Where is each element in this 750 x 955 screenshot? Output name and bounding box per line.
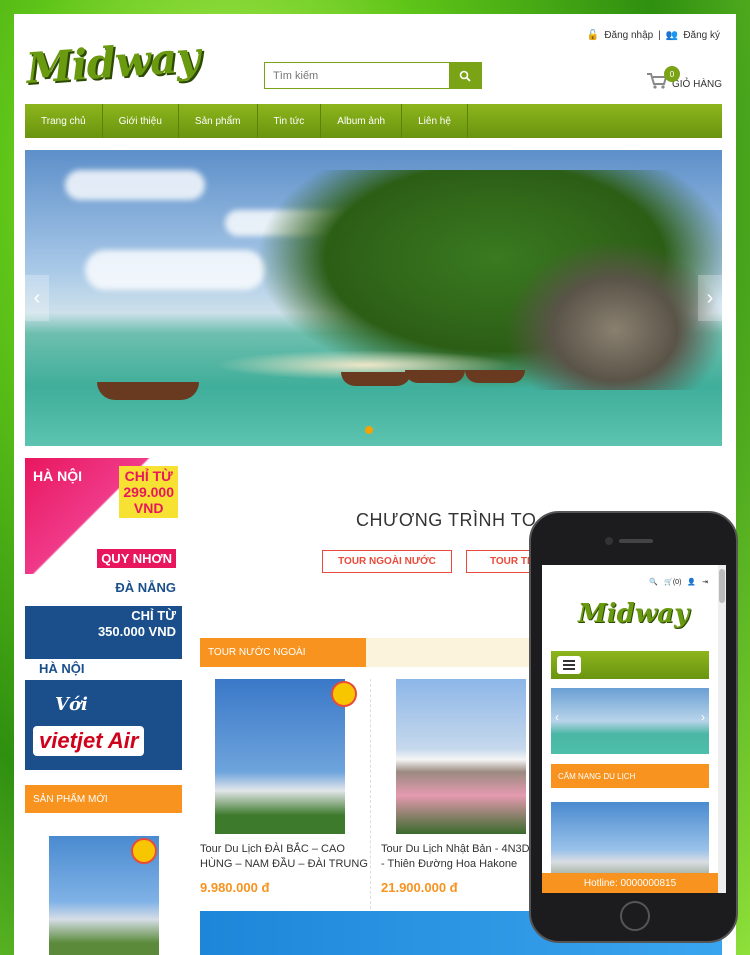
cart-button[interactable]: 0 GIỎ HÀNG [646, 66, 722, 90]
nav-item-contact[interactable]: Liên hệ [402, 104, 468, 138]
hero-slider: ‹ › [25, 150, 722, 446]
search-icon[interactable]: 🔍 [649, 578, 658, 586]
tour-price-japan: 21.900.000 đ [381, 880, 458, 895]
nav-item-album[interactable]: Album ảnh [321, 104, 403, 138]
main-navigation: Trang chủ Giới thiệu Sản phẩm Tin tức Al… [25, 104, 722, 138]
tour-price-taiwan: 9.980.000 đ [200, 880, 270, 895]
slide-boat [465, 370, 525, 383]
hamburger-menu-icon[interactable] [557, 656, 581, 674]
banner-price-line: CHỈ TỪ [124, 468, 173, 484]
banner-hanoi-quynhon[interactable]: HÀ NỘI CHỈ TỪ 299.000 VND QUY NHƠN [25, 458, 182, 574]
mobile-article-image[interactable] [551, 802, 709, 882]
banner-price-line: 350.000 VND [97, 624, 176, 639]
slide-rocks [505, 240, 722, 390]
mobile-logo[interactable]: Midway [578, 599, 689, 629]
cart-count-badge: 0 [663, 66, 680, 82]
mobile-slider-prev[interactable]: ‹ [555, 710, 559, 724]
phone-home-button [620, 901, 650, 931]
phone-speaker [619, 539, 653, 543]
banner-vietjet[interactable]: Với vietjet Air [25, 680, 182, 770]
mobile-cart-count: (0) [672, 579, 682, 586]
section-title: CHƯƠNG TRÌNH TO [356, 510, 537, 530]
mobile-screen: 🔍 🛒(0) 👤 ⇥ Midway ‹ › CẨM NANG DU LỊCH H… [542, 565, 726, 893]
lock-icon: 🔓 [586, 30, 600, 41]
mobile-slider-next[interactable]: › [701, 710, 705, 724]
new-products-heading: SẢN PHẨM MỚI [25, 785, 182, 813]
card-divider [370, 679, 371, 909]
tab-international-tours[interactable]: TOUR NƯỚC NGOÀI [200, 638, 366, 667]
account-links: 🔓 Đăng nhập | 👥 Đăng ký [587, 30, 720, 41]
login-link[interactable]: Đăng nhập [604, 30, 653, 41]
slide-cloud [85, 250, 265, 290]
mobile-hotline-bar[interactable]: Hotline: 0000000815 [542, 873, 718, 893]
mobile-cart[interactable]: 🛒(0) [664, 578, 681, 586]
slide-boat [405, 370, 465, 383]
logout-icon[interactable]: ⇥ [702, 578, 708, 586]
banner-price-line: CHỈ TỪ [131, 608, 176, 623]
new-product-image[interactable] [49, 836, 159, 955]
phone-camera [605, 537, 613, 545]
banner-price: CHỈ TỪ 299.000 VND [119, 466, 178, 518]
banner-city: ĐÀ NẴNG [115, 580, 176, 595]
link-separator: | [658, 30, 661, 41]
tour-image-japan[interactable] [396, 679, 526, 834]
tour-image-taiwan[interactable] [215, 679, 357, 834]
search-box [264, 62, 482, 89]
search-icon [459, 70, 471, 82]
user-icon[interactable]: 👤 [687, 578, 696, 586]
cart-label: GIỎ HÀNG [671, 79, 722, 90]
slide-boat [341, 372, 411, 386]
slide-boat [97, 382, 199, 400]
banner-destination: QUY NHƠN [97, 549, 176, 568]
tour-title-japan[interactable]: Tour Du Lịch Nhật Bản - 4N3D - Thiên Đườ… [381, 842, 531, 872]
slide-cloud [65, 170, 205, 200]
banner-price-line: 299.000 [123, 484, 174, 500]
cart-icon: 🛒 [664, 579, 673, 586]
slider-dot-active[interactable] [365, 426, 373, 434]
mobile-nav-bar [551, 651, 709, 679]
banner-city: HÀ NỘI [33, 468, 82, 484]
phone-mockup: 🔍 🛒(0) 👤 ⇥ Midway ‹ › CẨM NANG DU LỊCH H… [529, 511, 738, 943]
mobile-section-title: CẨM NANG DU LỊCH [551, 764, 709, 788]
nav-item-news[interactable]: Tin tức [258, 104, 322, 138]
nav-item-products[interactable]: Sản phẩm [179, 104, 258, 138]
banner-price: CHỈ TỪ 350.000 VND [98, 608, 176, 640]
site-logo[interactable]: Midway [25, 32, 202, 93]
search-button[interactable] [449, 63, 481, 88]
search-input[interactable] [265, 63, 449, 88]
banner-city: HÀ NỘI [39, 661, 85, 676]
slider-prev-button[interactable]: ‹ [25, 275, 49, 321]
mobile-topbar: 🔍 🛒(0) 👤 ⇥ [649, 578, 708, 586]
banner-danang-hanoi[interactable]: ĐÀ NẴNG CHỈ TỪ 350.000 VND HÀ NỘI [25, 574, 182, 680]
slider-next-button[interactable]: › [698, 275, 722, 321]
banner-price-line: VND [133, 500, 164, 516]
nav-item-about[interactable]: Giới thiệu [103, 104, 179, 138]
promo-badge-icon [331, 681, 357, 707]
user-add-icon: 👥 [665, 30, 679, 41]
tour-international-button[interactable]: TOUR NGOÀI NƯỚC [322, 550, 452, 573]
mobile-slider: ‹ › [551, 688, 709, 754]
nav-item-home[interactable]: Trang chủ [25, 104, 103, 138]
vietjet-logo: vietjet Air [33, 726, 145, 756]
mobile-scrollbar[interactable] [718, 565, 726, 893]
banner-with-text: Với [55, 694, 88, 715]
register-link[interactable]: Đăng ký [683, 30, 720, 41]
promo-badge-icon [131, 838, 157, 864]
tour-title-taiwan[interactable]: Tour Du Lịch ĐÀI BẮC – CAO HÙNG – NAM ĐẦ… [200, 842, 370, 872]
